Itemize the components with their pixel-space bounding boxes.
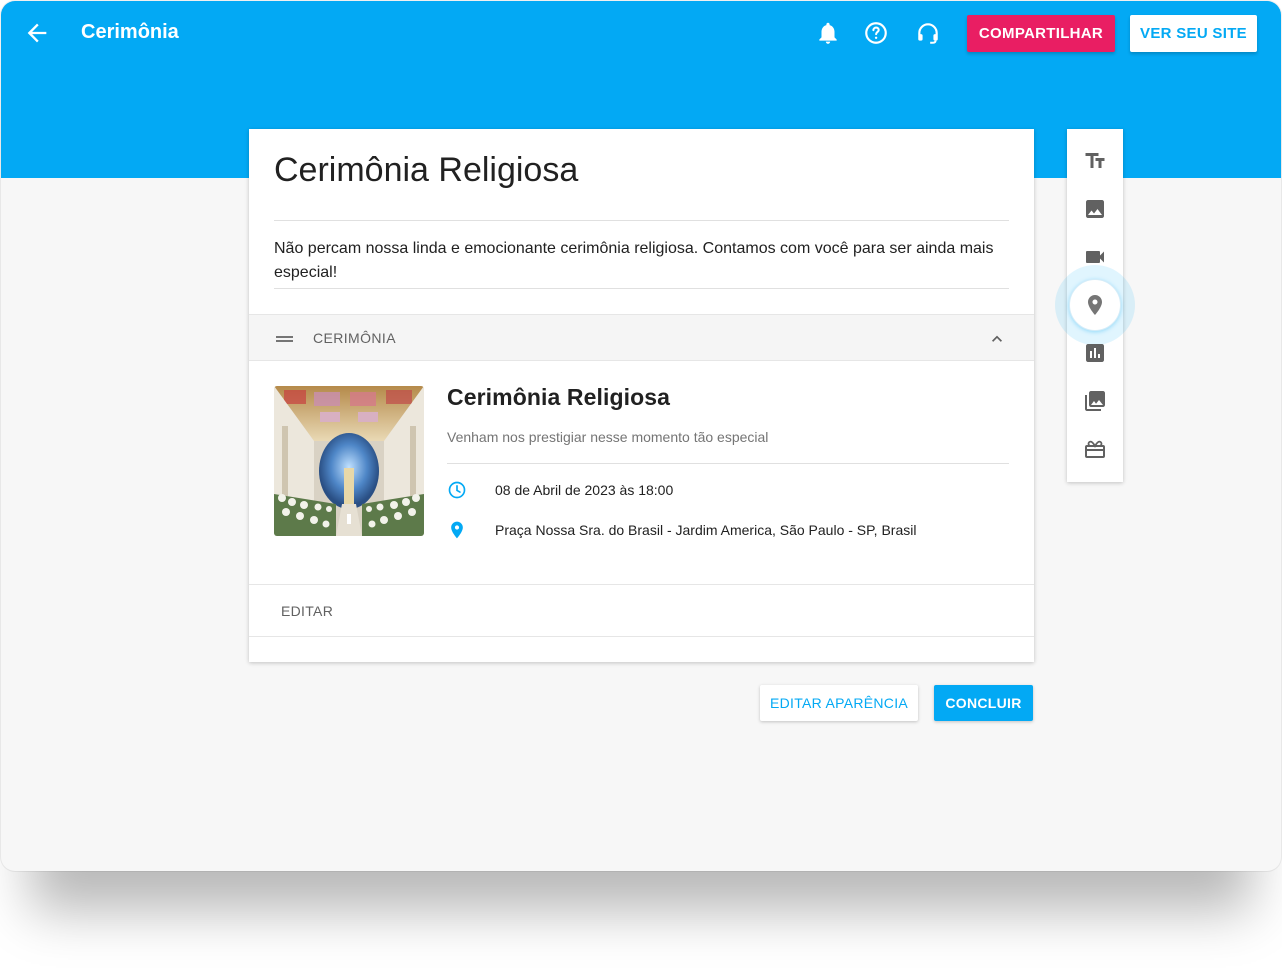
gallery-icon[interactable] (1083, 389, 1107, 413)
top-app-bar: Cerimônia COMPARTILHAR VER SEU SITE (1, 1, 1281, 65)
image-icon[interactable] (1083, 197, 1107, 221)
intro-divider (274, 288, 1009, 289)
event-title: Cerimônia Religiosa (447, 384, 671, 410)
edit-appearance-button[interactable]: EDITAR APARÊNCIA (760, 685, 918, 721)
support-headset-icon[interactable] (915, 20, 941, 46)
video-icon[interactable] (1083, 245, 1107, 269)
app-window: Cerimônia COMPARTILHAR VER SEU SITE Ceri… (1, 1, 1281, 871)
intro-text[interactable]: Não percam nossa linda e emocionante cer… (274, 237, 1009, 285)
section-label: CERIMÔNIA (313, 330, 396, 346)
event-divider (447, 463, 1009, 464)
done-button[interactable]: CONCLUIR (934, 685, 1033, 721)
edit-button[interactable]: EDITAR (281, 603, 333, 619)
notifications-bell-icon[interactable] (815, 20, 841, 46)
gift-icon[interactable] (1083, 437, 1107, 461)
text-icon[interactable] (1083, 149, 1107, 173)
location-pin-icon[interactable] (1083, 293, 1107, 317)
event-datetime: 08 de Abril de 2023 às 18:00 (495, 482, 674, 498)
chart-icon[interactable] (1083, 341, 1107, 365)
back-arrow-icon[interactable] (23, 19, 51, 47)
church-photo (274, 386, 424, 536)
block-toolbox (1055, 129, 1135, 482)
clock-icon (447, 480, 467, 500)
help-circle-icon[interactable] (863, 20, 889, 46)
heading-divider (274, 220, 1009, 221)
share-button[interactable]: COMPARTILHAR (967, 15, 1115, 52)
section-header[interactable]: CERIMÔNIA (249, 314, 1034, 361)
event-subtitle: Venham nos prestigiar nesse momento tão … (447, 429, 769, 445)
view-site-button[interactable]: VER SEU SITE (1130, 15, 1257, 52)
drag-handle-icon[interactable] (276, 336, 293, 342)
content-card: Cerimônia Religiosa Não percam nossa lin… (249, 129, 1034, 662)
card-footer: EDITAR (249, 584, 1034, 637)
event-location: Praça Nossa Sra. do Brasil - Jardim Amer… (495, 522, 917, 538)
location-pin-icon (447, 520, 467, 540)
chevron-up-icon[interactable] (987, 329, 1007, 349)
page-heading[interactable]: Cerimônia Religiosa (274, 151, 578, 190)
app-bar-title: Cerimônia (81, 21, 179, 43)
